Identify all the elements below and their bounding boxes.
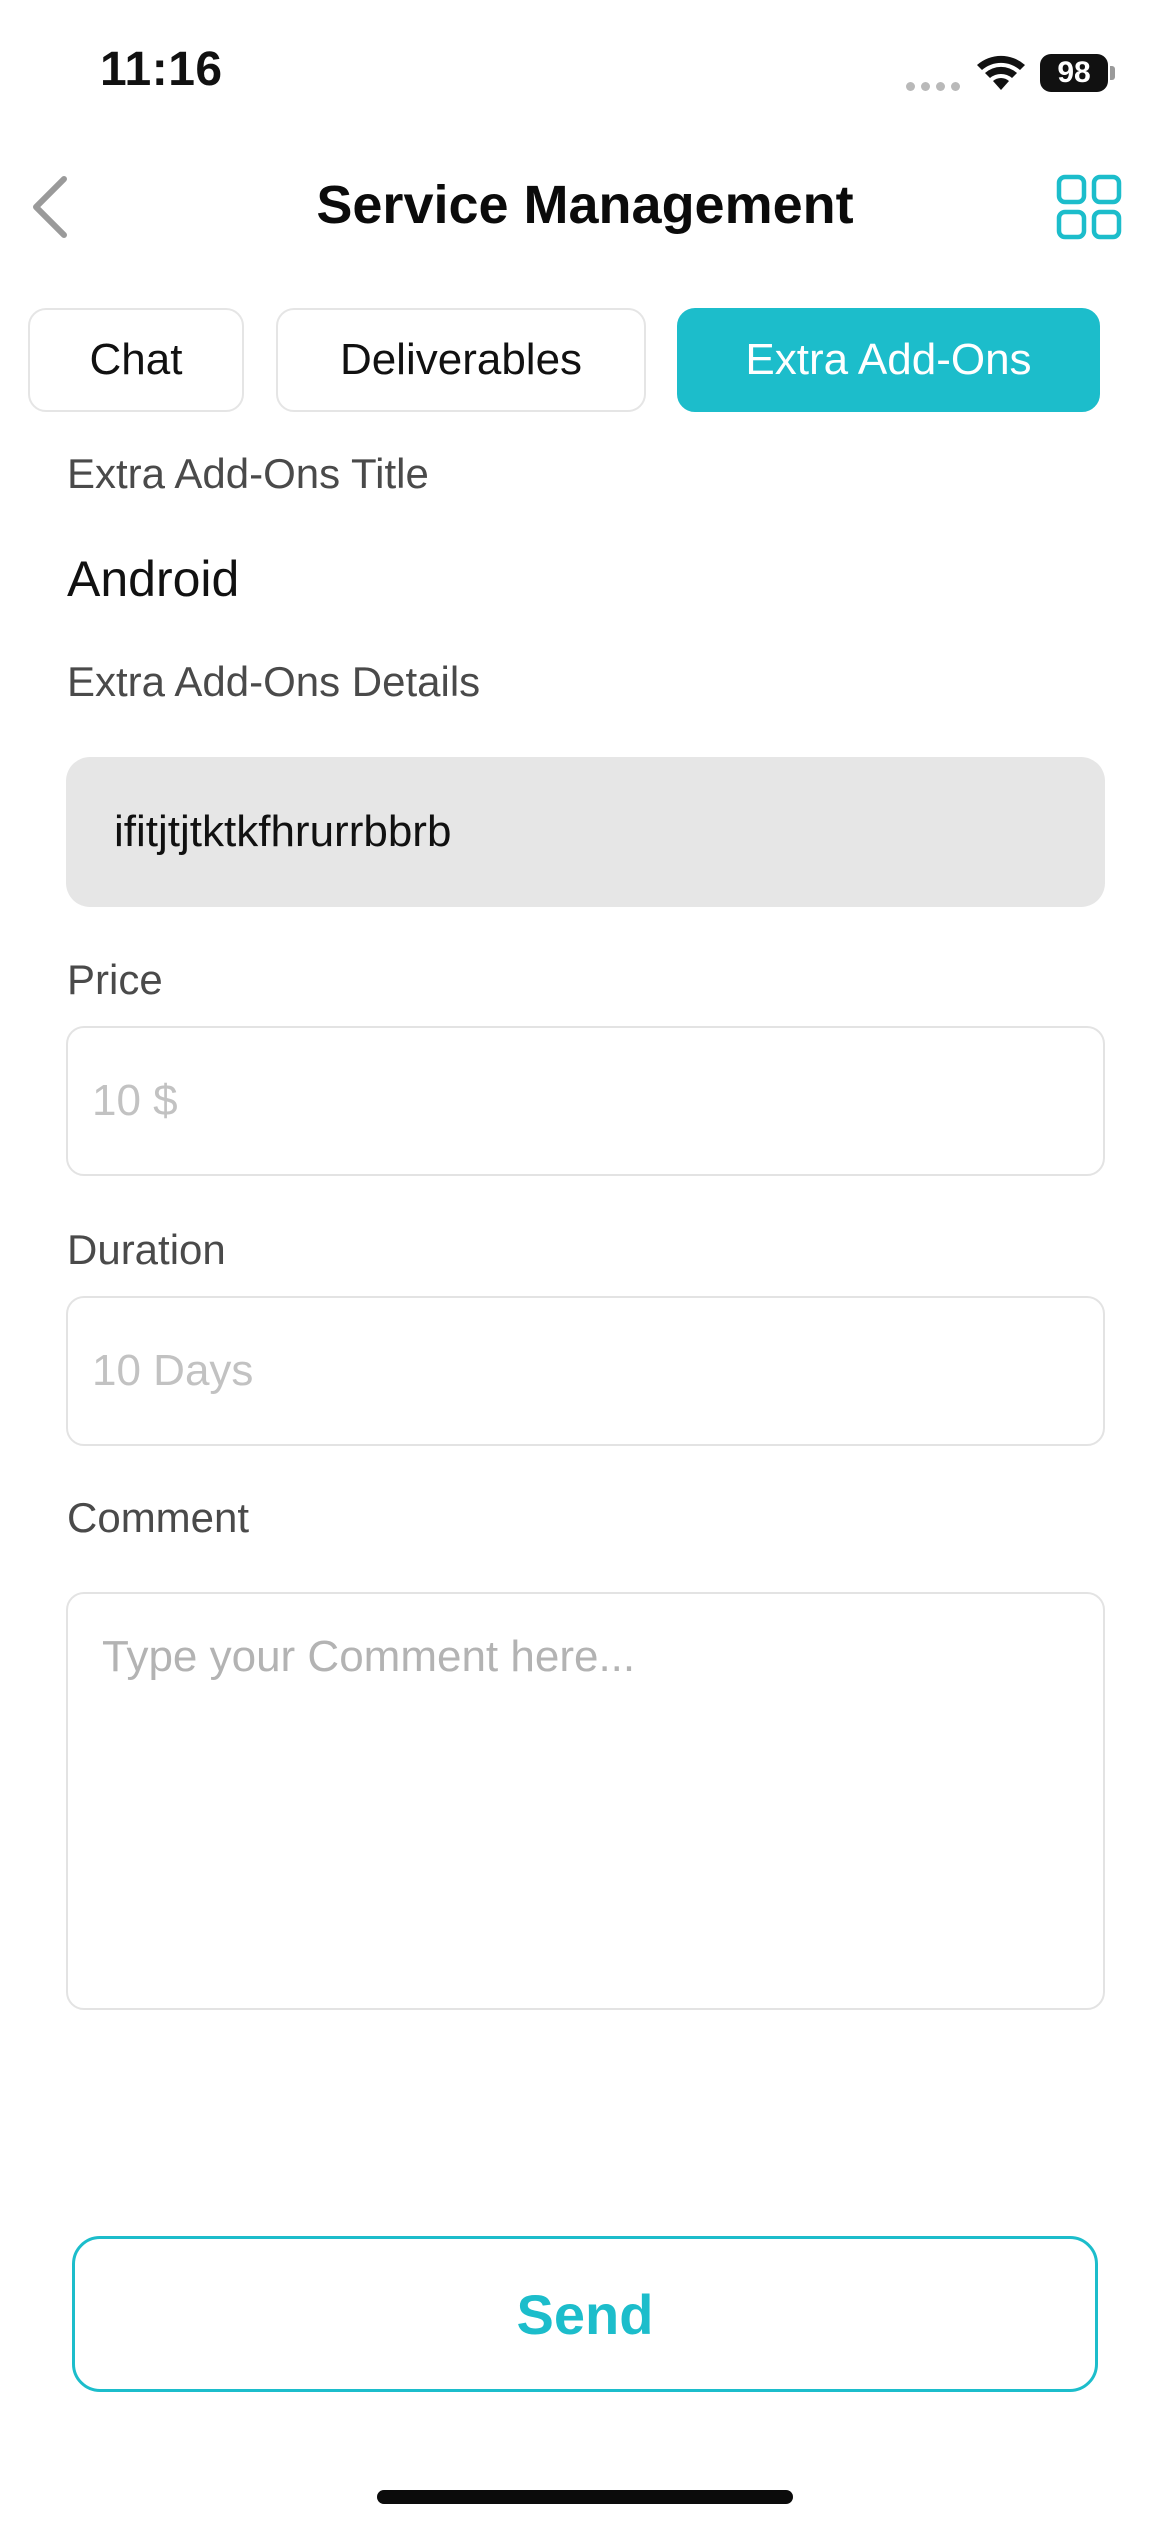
wifi-icon (977, 55, 1025, 90)
tab-extra-add-ons[interactable]: Extra Add-Ons (677, 308, 1100, 412)
grid-icon (1056, 174, 1122, 240)
price-label: Price (67, 956, 163, 1003)
grid-menu-button[interactable] (1056, 174, 1122, 240)
status-time: 11:16 (100, 43, 223, 96)
extra-add-ons-title-label: Extra Add-Ons Title (67, 450, 429, 497)
extra-add-ons-details-value: ifitjtjtktkfhrurrbbrb (66, 757, 1105, 907)
duration-label: Duration (67, 1226, 226, 1273)
details-text: ifitjtjtktkfhrurrbbrb (114, 807, 452, 856)
cellular-signal-icon (906, 82, 960, 91)
duration-input[interactable] (66, 1296, 1105, 1446)
tab-deliverables[interactable]: Deliverables (276, 308, 646, 412)
price-input[interactable] (66, 1026, 1105, 1176)
home-indicator (377, 2490, 793, 2504)
battery-icon: 98 (1040, 54, 1108, 92)
battery-tip (1110, 66, 1115, 80)
status-bar: 11:16 98 (0, 0, 1170, 150)
tab-bar: Chat Deliverables Extra Add-Ons (0, 308, 1170, 412)
comment-textarea[interactable] (66, 1592, 1105, 2010)
send-button[interactable]: Send (72, 2236, 1098, 2392)
screen: 11:16 98 Service Management Chat Deliver… (0, 0, 1170, 2532)
extra-add-ons-details-label: Extra Add-Ons Details (67, 658, 481, 705)
battery-level: 98 (1057, 56, 1091, 89)
header: Service Management (0, 160, 1170, 250)
comment-label: Comment (67, 1494, 250, 1541)
page-title: Service Management (316, 175, 854, 235)
extra-add-ons-title-value: Android (67, 551, 240, 607)
tab-chat[interactable]: Chat (28, 308, 244, 412)
